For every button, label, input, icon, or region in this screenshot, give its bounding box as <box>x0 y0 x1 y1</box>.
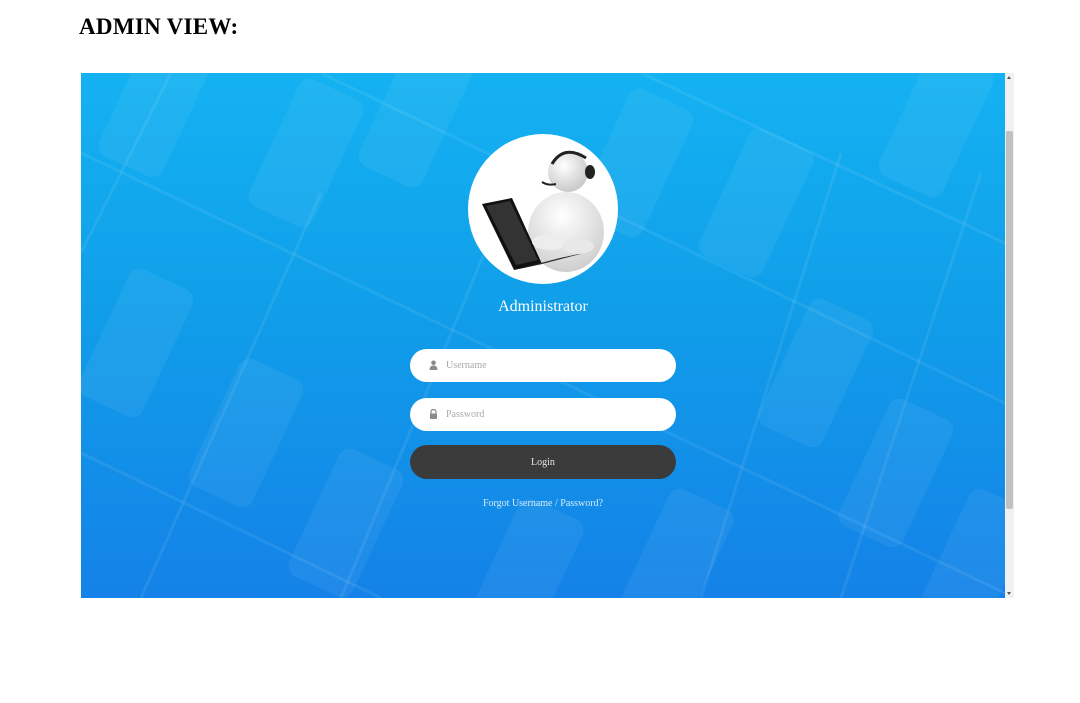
user-icon <box>429 360 438 370</box>
role-label: Administrator <box>498 298 588 315</box>
scroll-down-arrow-icon[interactable] <box>1007 592 1011 595</box>
page-title: ADMIN VIEW: <box>79 14 239 39</box>
support-agent-laptop-icon <box>482 150 604 272</box>
scrollbar[interactable] <box>1005 73 1014 598</box>
login-panel: Administrator Login Forgot Username / Pa… <box>81 73 1005 598</box>
password-field[interactable] <box>410 398 676 431</box>
scroll-up-arrow-icon[interactable] <box>1007 76 1011 79</box>
lock-icon <box>430 409 437 419</box>
username-input[interactable] <box>446 349 666 382</box>
password-input[interactable] <box>446 398 666 431</box>
login-button[interactable]: Login <box>410 445 676 479</box>
username-field[interactable] <box>410 349 676 382</box>
login-screenshot: Administrator Login Forgot Username / Pa… <box>81 73 1014 598</box>
admin-avatar <box>468 134 618 284</box>
scroll-thumb[interactable] <box>1006 131 1013 509</box>
forgot-credentials-link[interactable]: Forgot Username / Password? <box>81 498 1005 509</box>
